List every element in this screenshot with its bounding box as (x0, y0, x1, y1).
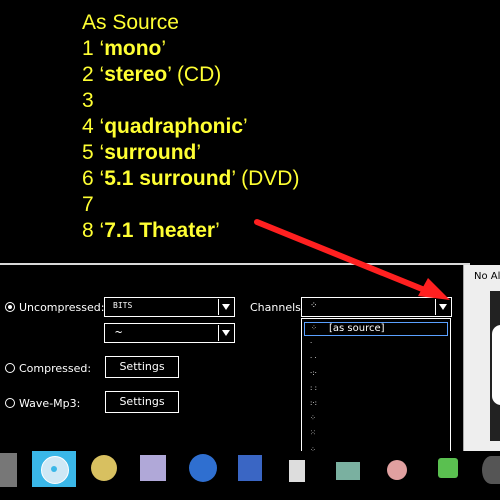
chat-icon[interactable] (438, 458, 458, 478)
game-icon[interactable] (387, 460, 407, 480)
dvd-icon[interactable] (91, 455, 117, 481)
editor-icon[interactable] (140, 455, 166, 481)
calculator-icon[interactable] (289, 460, 305, 482)
speaker-icon[interactable] (0, 453, 17, 487)
cd-icon[interactable] (32, 451, 76, 487)
globe-icon[interactable] (189, 454, 217, 482)
media-icon[interactable] (482, 456, 500, 484)
red-arrow (254, 219, 450, 300)
word-icon[interactable] (238, 455, 262, 481)
window-icon[interactable] (336, 462, 360, 480)
